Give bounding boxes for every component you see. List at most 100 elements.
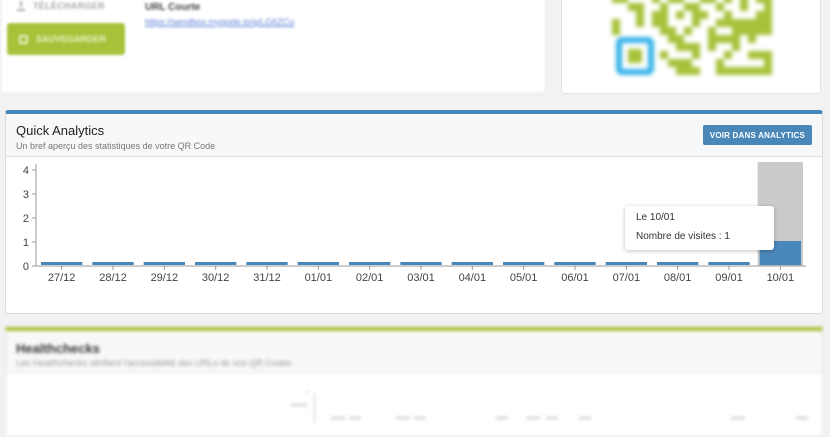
- qr-module: [740, 67, 748, 75]
- qr-module: [636, 11, 644, 19]
- healthchecks-card: Healthchecks Les Healthchecks vérifient …: [5, 327, 823, 437]
- x-tick-label: 06/01: [561, 272, 589, 284]
- qr-module: [764, 27, 772, 35]
- qr-module: [716, 67, 724, 75]
- x-tick-label: 28/12: [99, 272, 127, 284]
- qr-module: [732, 19, 740, 27]
- qr-module: [748, 27, 756, 35]
- qr-module: [684, 67, 692, 75]
- qr-module: [660, 11, 668, 19]
- short-url-link[interactable]: https://sendbox.myqode.io/q/LG6ZCu: [145, 17, 294, 27]
- bar-28-12: [92, 262, 134, 265]
- healthcheck-mark: [396, 417, 410, 419]
- qr-module: [684, 59, 692, 67]
- quick-analytics-header: Quick Analytics Un bref aperçu des stati…: [6, 114, 822, 157]
- y-tick-label: 2: [23, 213, 29, 225]
- qr-module: [764, 59, 772, 67]
- y-tick-label: 3: [23, 189, 29, 201]
- qr-module: [740, 27, 748, 35]
- qr-module: [660, 51, 668, 59]
- qr-module: [732, 35, 740, 43]
- qr-module: [684, 3, 692, 11]
- x-tick-label: 29/12: [151, 272, 179, 284]
- qr-module: [716, 3, 724, 11]
- qr-module: [748, 19, 756, 27]
- qr-module: [708, 27, 716, 35]
- bar-04-01: [451, 262, 493, 265]
- bar-03-01: [400, 262, 442, 265]
- short-url-label: URL Courte: [145, 2, 201, 13]
- qr-module: [724, 19, 732, 27]
- download-link[interactable]: TÉLÉCHARGER: [17, 1, 105, 11]
- qr-module: [636, 3, 644, 11]
- qr-module: [652, 0, 660, 3]
- bar-31-12: [246, 262, 288, 265]
- qr-module: [708, 43, 716, 51]
- qr-module: [660, 3, 668, 11]
- qr-module: [612, 27, 620, 35]
- qr-module: [748, 35, 756, 43]
- qr-module: [684, 43, 692, 51]
- qr-module: [708, 0, 716, 3]
- qr-module: [660, 19, 668, 27]
- qr-module: [692, 11, 700, 19]
- y-tick-label: 4: [23, 165, 29, 177]
- y-tick-label: 1: [23, 237, 29, 249]
- bar-06-01: [554, 262, 596, 265]
- qr-module: [692, 19, 700, 27]
- qr-module: [764, 67, 772, 75]
- qr-module: [676, 43, 684, 51]
- healthcheck-mark: [546, 417, 558, 419]
- x-tick-label: 09/01: [715, 272, 743, 284]
- qr-module: [716, 19, 724, 27]
- healthcheck-mark: [331, 417, 345, 419]
- save-icon: [19, 34, 28, 44]
- qr-module: [692, 3, 700, 11]
- download-icon: [17, 1, 25, 11]
- qr-finder-center: [628, 49, 642, 63]
- qr-module: [668, 27, 676, 35]
- healthcheck-mark: [496, 417, 508, 419]
- qr-module: [724, 51, 732, 59]
- bar-02-01: [349, 262, 391, 265]
- quick-analytics-subtitle: Un bref aperçu des statistiques de votre…: [16, 141, 216, 151]
- bar-08-01: [657, 262, 699, 265]
- qr-module: [708, 35, 716, 43]
- healthchecks-subtitle: Les Healthchecks vérifient l'accessibili…: [16, 358, 292, 368]
- qr-module: [764, 11, 772, 19]
- qr-module: [676, 0, 684, 3]
- healthcheck-mark: [579, 417, 591, 419]
- x-tick-label: 27/12: [48, 272, 76, 284]
- qr-module: [756, 0, 764, 3]
- qr-module: [756, 19, 764, 27]
- bar-07-01: [605, 262, 647, 265]
- bar-05-01: [503, 262, 545, 265]
- qr-module: [676, 59, 684, 67]
- healthchecks-title: Healthchecks: [16, 341, 100, 356]
- save-button[interactable]: SAUVEGARDER: [7, 23, 125, 55]
- qr-module: [724, 11, 732, 19]
- qr-module: [692, 43, 700, 51]
- qr-module: [716, 35, 724, 43]
- bar-01-01: [297, 262, 339, 265]
- qr-module: [612, 19, 620, 27]
- tooltip-visits: Nombre de visites : 1: [636, 231, 730, 242]
- bar-27-12: [41, 262, 83, 265]
- qr-preview-card: [561, 0, 821, 94]
- bar-09-01: [708, 262, 750, 265]
- qr-module: [628, 3, 636, 11]
- qr-module: [724, 35, 732, 43]
- qr-module: [676, 11, 684, 19]
- download-label: TÉLÉCHARGER: [33, 1, 105, 11]
- qr-module: [692, 67, 700, 75]
- x-tick-label: 02/01: [356, 272, 384, 284]
- healthcheck-mark: [796, 417, 808, 419]
- view-in-analytics-button[interactable]: VOIR DANS ANALYTICS: [702, 125, 812, 145]
- quick-analytics-title: Quick Analytics: [16, 123, 105, 138]
- qr-module: [732, 43, 740, 51]
- chart-tooltip: Le 10/01 Nombre de visites : 1: [625, 206, 774, 250]
- qr-module: [684, 27, 692, 35]
- qr-module: [668, 0, 676, 3]
- qr-module: [620, 0, 628, 3]
- qr-module: [692, 51, 700, 59]
